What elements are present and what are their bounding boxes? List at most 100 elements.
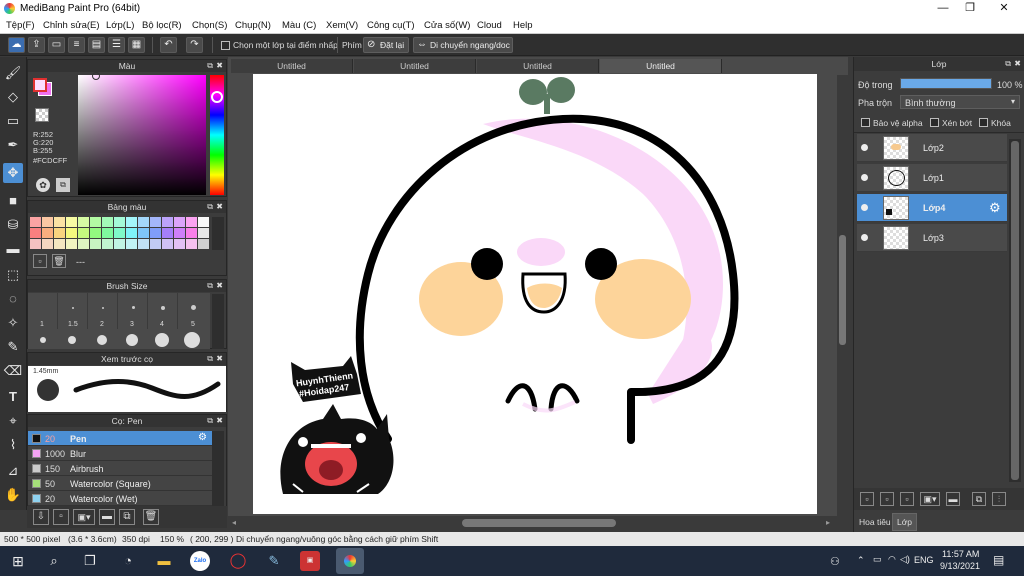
menu-help[interactable]: Help xyxy=(513,20,533,31)
cloud-icon[interactable]: ☁ xyxy=(8,37,25,53)
divide-tool-icon[interactable]: ⌖ xyxy=(3,411,23,431)
lasso-tool-icon[interactable]: ◌ xyxy=(3,289,23,309)
layer-row-selected[interactable]: Lớp4 ⚙ xyxy=(857,194,1007,222)
tray-up-icon[interactable]: ⌃ xyxy=(857,555,865,566)
brush-folder-icon[interactable]: ▬ xyxy=(99,509,115,525)
palette-swatch[interactable] xyxy=(114,217,125,227)
select-eraser-tool-icon[interactable]: ⌫ xyxy=(3,361,23,381)
palette-swatch[interactable] xyxy=(54,217,65,227)
palette-swatch[interactable] xyxy=(78,217,89,227)
clock-date[interactable]: 9/13/2021 xyxy=(940,561,980,571)
dropper-tool-icon[interactable]: ⊿ xyxy=(3,461,23,481)
eyedropper-tool-icon[interactable]: ⌇ xyxy=(3,435,23,455)
undo-icon[interactable]: ↶ xyxy=(160,37,177,53)
drawing-canvas[interactable]: HuynhThienn #Hoidap247 xyxy=(253,74,817,514)
move-tool-icon[interactable]: ✥ xyxy=(3,163,23,183)
palette-swatch[interactable] xyxy=(150,228,161,238)
size-cell[interactable]: 3 xyxy=(118,293,148,329)
menu-layer[interactable]: Lớp(L) xyxy=(106,20,134,31)
horizontal-scroll-thumb[interactable] xyxy=(462,519,616,527)
palette-swatch[interactable] xyxy=(66,239,77,249)
palette-swatch[interactable] xyxy=(42,228,53,238)
document-tab[interactable]: Untitled xyxy=(354,59,476,73)
close-icon[interactable]: ✖ xyxy=(216,280,223,292)
eraser-tool-icon[interactable]: ◇ xyxy=(3,87,23,107)
popout-icon[interactable]: ⧉ xyxy=(207,353,213,365)
file-explorer-icon[interactable]: ▬ xyxy=(154,551,174,571)
vertical-scroll-thumb[interactable] xyxy=(839,235,846,345)
popout-icon[interactable]: ⧉ xyxy=(1005,57,1011,71)
palette-swatch[interactable] xyxy=(126,217,137,227)
grid-icon[interactable]: ▦ xyxy=(128,37,145,53)
clock-time[interactable]: 11:57 AM xyxy=(942,549,979,559)
trash-icon[interactable]: 🗑 xyxy=(52,254,66,268)
document-tab-active[interactable]: Untitled xyxy=(600,59,722,73)
size-cell[interactable]: 1 xyxy=(28,293,58,329)
palette-swatch[interactable] xyxy=(78,239,89,249)
palette-swatch[interactable] xyxy=(150,239,161,249)
size-cell[interactable]: 1.5 xyxy=(58,293,88,329)
palette-swatch[interactable] xyxy=(78,228,89,238)
new-8bit-layer-icon[interactable]: ▫ xyxy=(880,492,894,506)
select-pen-tool-icon[interactable]: ✎ xyxy=(3,337,23,357)
brush-list-scrollbar[interactable] xyxy=(212,431,224,509)
palette-swatch[interactable] xyxy=(198,217,209,227)
lock-checkbox[interactable] xyxy=(979,118,988,127)
document-tab[interactable]: Untitled xyxy=(477,59,599,73)
palette-swatch[interactable] xyxy=(138,228,149,238)
palette-swatch[interactable] xyxy=(114,239,125,249)
move-direction-button[interactable]: ⇔ Di chuyển ngang/doc xyxy=(413,37,513,53)
palette-swatch[interactable] xyxy=(198,239,209,249)
palette-swatch[interactable] xyxy=(138,217,149,227)
gear-icon[interactable]: ⚙ xyxy=(989,200,1001,216)
eye-icon[interactable] xyxy=(861,234,868,241)
palette-swatch[interactable] xyxy=(30,228,41,238)
redo-icon[interactable]: ↷ xyxy=(186,37,203,53)
palette-swatch[interactable] xyxy=(126,239,137,249)
palette-swatch[interactable] xyxy=(54,239,65,249)
popout-icon[interactable]: ⧉ xyxy=(207,280,213,292)
eye-icon[interactable] xyxy=(861,174,868,181)
primary-color-swatch[interactable] xyxy=(33,78,47,92)
layer-row[interactable]: Lớp3 xyxy=(857,224,1007,252)
zalo-icon[interactable]: Zalo xyxy=(190,551,210,571)
alpha-protect-checkbox[interactable] xyxy=(861,118,870,127)
close-icon[interactable]: ✖ xyxy=(216,201,223,213)
palette-swatch[interactable] xyxy=(66,228,77,238)
size-cell[interactable]: 5 xyxy=(178,293,210,329)
select-rect-tool-icon[interactable]: ⬚ xyxy=(3,265,23,285)
size-cell[interactable]: 4 xyxy=(148,293,178,329)
menu-view[interactable]: Xem(V) xyxy=(326,20,358,31)
fill-rect-tool-icon[interactable]: ■ xyxy=(3,191,23,211)
palette-swatch[interactable] xyxy=(162,228,173,238)
saturation-value-picker[interactable] xyxy=(78,75,206,195)
notification-icon[interactable]: ▤ xyxy=(993,553,1004,567)
search-icon[interactable]: ⌕ xyxy=(44,551,64,571)
color-picker-cursor[interactable] xyxy=(92,72,100,80)
size-dot[interactable] xyxy=(40,337,46,343)
close-icon[interactable]: ✖ xyxy=(1014,57,1021,71)
new-1bit-layer-icon[interactable]: ▫ xyxy=(900,492,914,506)
magic-wand-tool-icon[interactable]: ✧ xyxy=(3,313,23,333)
hue-slider-handle[interactable] xyxy=(211,91,223,103)
new-layer-icon[interactable]: ▫ xyxy=(860,492,874,506)
popout-icon[interactable]: ⧉ xyxy=(207,415,213,427)
hand-tool-icon[interactable]: ✋ xyxy=(3,485,23,505)
palette-swatch[interactable] xyxy=(90,239,101,249)
game-app-icon[interactable]: ▣ xyxy=(300,551,320,571)
brush-tool-icon[interactable]: 🖌 xyxy=(3,63,23,83)
document-icon[interactable]: ▤ xyxy=(88,37,105,53)
palette-swatch[interactable] xyxy=(42,217,53,227)
layer-row[interactable]: Lớp2 xyxy=(857,134,1007,162)
comment-icon[interactable]: ≡ xyxy=(68,37,85,53)
clip-checkbox[interactable] xyxy=(930,118,939,127)
palette-swatch[interactable] xyxy=(150,217,161,227)
swap-color-icon[interactable]: ⧉ xyxy=(56,178,70,192)
palette-swatch[interactable] xyxy=(30,217,41,227)
bucket-tool-icon[interactable]: ⛁ xyxy=(3,215,23,235)
menu-window[interactable]: Cửa số(W) xyxy=(424,20,470,31)
scroll-right-icon[interactable]: ▸ xyxy=(826,518,830,527)
task-view-icon[interactable]: ❐ xyxy=(80,551,100,571)
pen-tool-icon[interactable]: ✒ xyxy=(3,135,23,155)
palette-swatch[interactable] xyxy=(102,239,113,249)
